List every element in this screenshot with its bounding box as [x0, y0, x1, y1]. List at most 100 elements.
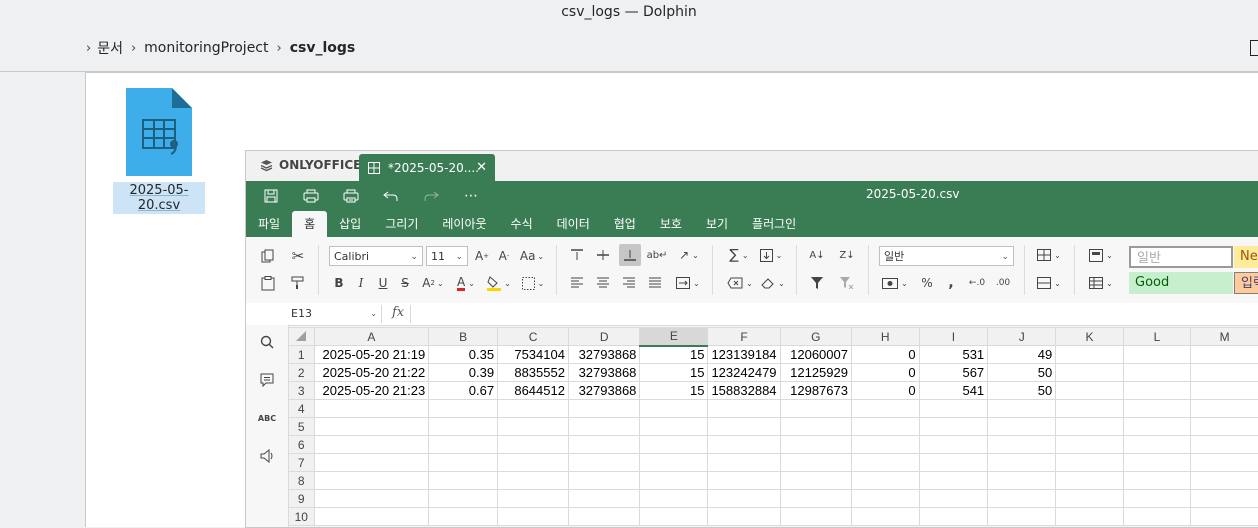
- cell[interactable]: [1123, 472, 1190, 490]
- cell[interactable]: [429, 508, 498, 526]
- cell[interactable]: 12987673: [780, 382, 851, 400]
- cell[interactable]: [640, 490, 708, 508]
- tab-view[interactable]: 보기: [694, 211, 740, 237]
- cell[interactable]: 32793868: [568, 364, 639, 382]
- tab-data[interactable]: 데이터: [545, 211, 602, 237]
- fill-icon[interactable]: ⌄: [756, 246, 786, 264]
- currency-format-icon[interactable]: ⌄: [879, 274, 911, 292]
- cell[interactable]: [314, 400, 429, 418]
- clear-filter-icon[interactable]: [838, 274, 856, 292]
- clear-icon[interactable]: ⌄: [724, 274, 756, 292]
- cell[interactable]: [780, 490, 851, 508]
- sort-descending-icon[interactable]: Z↓: [838, 246, 856, 264]
- cell[interactable]: [919, 472, 988, 490]
- cell[interactable]: 158832884: [708, 382, 780, 400]
- borders-icon[interactable]: ⌄: [518, 274, 548, 292]
- autosum-icon[interactable]: ∑⌄: [724, 246, 754, 264]
- cell[interactable]: [851, 472, 919, 490]
- cell[interactable]: [988, 508, 1056, 526]
- cell[interactable]: 8644512: [498, 382, 569, 400]
- tab-file[interactable]: 파일: [246, 211, 292, 237]
- chevron-right-icon[interactable]: ›: [86, 41, 91, 56]
- cell[interactable]: [1191, 364, 1258, 382]
- column-header-d[interactable]: D: [568, 328, 639, 346]
- cell[interactable]: [568, 508, 639, 526]
- underline-icon[interactable]: U: [374, 274, 392, 292]
- cell[interactable]: [640, 454, 708, 472]
- change-case-icon[interactable]: Aa⌄: [517, 246, 547, 266]
- strikethrough-icon[interactable]: S: [396, 274, 414, 292]
- row-header[interactable]: 5: [289, 418, 315, 436]
- column-header-f[interactable]: F: [708, 328, 780, 346]
- decrease-font-icon[interactable]: A-: [495, 246, 513, 266]
- cell[interactable]: 15: [640, 382, 708, 400]
- cell[interactable]: 12125929: [780, 364, 851, 382]
- align-top-icon[interactable]: [568, 246, 586, 264]
- onlyoffice-home-tab[interactable]: ONLYOFFICE: [260, 158, 361, 172]
- eraser-icon[interactable]: ⌄: [758, 274, 788, 292]
- tab-protection[interactable]: 보호: [648, 211, 694, 237]
- cell[interactable]: [708, 454, 780, 472]
- cell[interactable]: [314, 472, 429, 490]
- cell[interactable]: [851, 490, 919, 508]
- cell[interactable]: 0.39: [429, 364, 498, 382]
- cell[interactable]: [314, 454, 429, 472]
- cell[interactable]: [988, 400, 1056, 418]
- cell[interactable]: 123139184: [708, 346, 780, 364]
- row-header[interactable]: 2: [289, 364, 315, 382]
- cell[interactable]: [708, 436, 780, 454]
- row-header[interactable]: 9: [289, 490, 315, 508]
- cell[interactable]: 15: [640, 346, 708, 364]
- cell[interactable]: 49: [988, 346, 1056, 364]
- breadcrumb-item-documents[interactable]: 문서: [97, 38, 123, 58]
- insert-cells-icon[interactable]: ⌄: [1034, 246, 1064, 264]
- cell[interactable]: [708, 508, 780, 526]
- filter-icon[interactable]: [808, 274, 826, 292]
- cell[interactable]: [1056, 364, 1124, 382]
- sort-ascending-icon[interactable]: A↓: [808, 246, 826, 264]
- style-normal[interactable]: 일반: [1129, 246, 1233, 268]
- cell[interactable]: [568, 490, 639, 508]
- quick-print-icon[interactable]: [340, 186, 362, 206]
- subscript-icon[interactable]: A2⌄: [418, 274, 448, 292]
- cell[interactable]: [1123, 418, 1190, 436]
- cell[interactable]: [498, 436, 569, 454]
- cell[interactable]: 567: [919, 364, 988, 382]
- save-icon[interactable]: [260, 186, 282, 206]
- cell[interactable]: 0: [851, 364, 919, 382]
- tab-home[interactable]: 홈: [292, 211, 327, 237]
- row-header[interactable]: 1: [289, 346, 315, 364]
- cell[interactable]: [919, 508, 988, 526]
- cell[interactable]: [1191, 454, 1258, 472]
- cell[interactable]: 531: [919, 346, 988, 364]
- tab-layout[interactable]: 레이아웃: [430, 211, 498, 237]
- cell[interactable]: 2025-05-20 21:19: [314, 346, 429, 364]
- cell[interactable]: [1123, 400, 1190, 418]
- format-as-table-icon[interactable]: ⌄: [1086, 274, 1116, 292]
- row-header[interactable]: 8: [289, 472, 315, 490]
- cell[interactable]: [640, 418, 708, 436]
- cell[interactable]: [640, 508, 708, 526]
- align-bottom-icon[interactable]: [619, 244, 641, 266]
- column-header-m[interactable]: M: [1191, 328, 1258, 346]
- align-right-icon[interactable]: [620, 274, 638, 292]
- cell[interactable]: [780, 436, 851, 454]
- cell[interactable]: [708, 418, 780, 436]
- file-item[interactable]: 2025-05-20.csv: [113, 88, 205, 214]
- cell[interactable]: [640, 436, 708, 454]
- cell[interactable]: [1123, 454, 1190, 472]
- cell[interactable]: [988, 490, 1056, 508]
- cell[interactable]: [1056, 400, 1124, 418]
- row-header[interactable]: 4: [289, 400, 315, 418]
- cell[interactable]: [1191, 472, 1258, 490]
- justify-icon[interactable]: [646, 274, 664, 292]
- conditional-format-icon[interactable]: ⌄: [1086, 246, 1116, 264]
- cell[interactable]: [1056, 454, 1124, 472]
- cell[interactable]: [1123, 508, 1190, 526]
- cell[interactable]: [919, 400, 988, 418]
- cell[interactable]: [314, 436, 429, 454]
- tab-plugins[interactable]: 플러그인: [740, 211, 808, 237]
- cell[interactable]: 0: [851, 346, 919, 364]
- panel-toggle-icon[interactable]: [1250, 40, 1258, 56]
- cell[interactable]: 0.35: [429, 346, 498, 364]
